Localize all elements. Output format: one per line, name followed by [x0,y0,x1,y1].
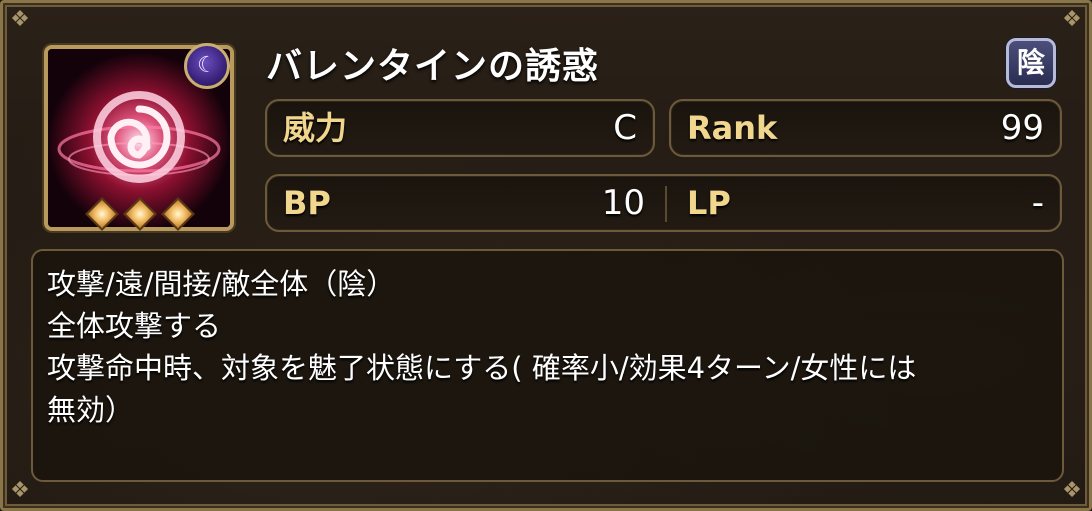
crescent-moon-icon: ☾ [184,43,230,89]
bp-label: BP [283,184,331,222]
skill-detail-panel: ❖ ❖ ❖ ❖ ☾ バレンタインの誘惑 陰 威力 C Rank 99 BP 10… [0,0,1092,511]
power-label: 威力 [283,109,348,147]
lp-label: LP [687,184,731,222]
bp-value: 10 [601,183,645,223]
bp-lp-stat: BP 10 LP - [265,174,1062,232]
description-line: 無効） [47,393,135,427]
rank-value: 99 [1000,108,1044,148]
skill-description: 攻撃/遠/間接/敵全体（陰） 全体攻撃する 攻撃命中時、対象を魅了状態にする( … [31,249,1064,482]
rarity-diamonds [85,197,196,231]
power-stat: 威力 C [265,99,655,157]
power-value: C [613,108,637,148]
lp-value: - [1031,183,1044,223]
diamond-icon [161,197,195,231]
corner-ornament-icon: ❖ [10,478,30,503]
corner-ornament-icon: ❖ [10,7,30,32]
diamond-icon [123,197,157,231]
diamond-icon [85,197,119,231]
rank-stat: Rank 99 [669,99,1062,157]
description-line: 攻撃命中時、対象を魅了状態にする( 確率小/効果4ターン/女性には [47,351,917,385]
description-line: 全体攻撃する [47,309,222,343]
skill-name: バレンタインの誘惑 [266,46,600,87]
corner-ornament-icon: ❖ [1062,7,1082,32]
stat-divider [665,186,667,222]
rank-label: Rank [687,109,778,147]
element-badge: 陰 [1006,38,1056,88]
description-line: 攻撃/遠/間接/敵全体（陰） [47,267,396,301]
corner-ornament-icon: ❖ [1062,478,1082,503]
